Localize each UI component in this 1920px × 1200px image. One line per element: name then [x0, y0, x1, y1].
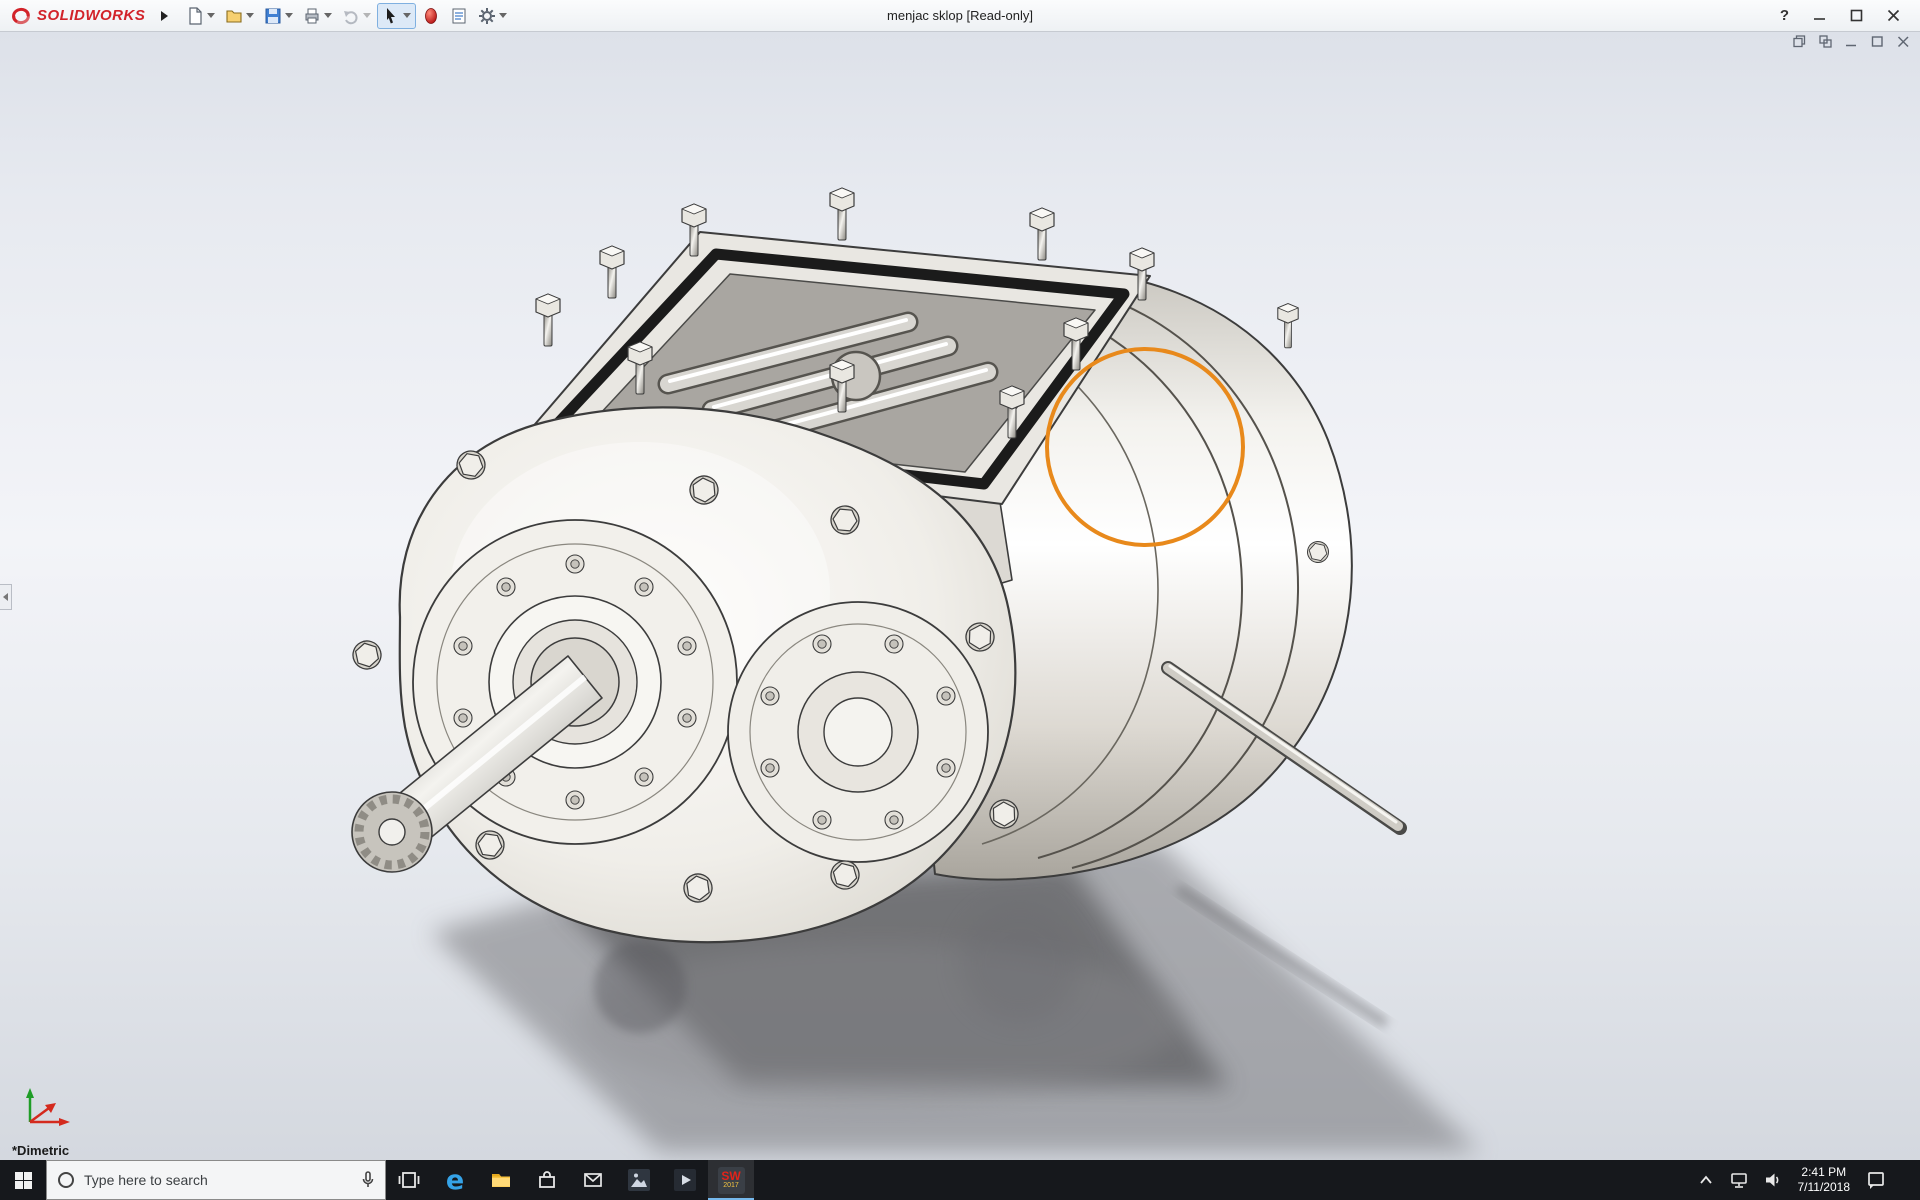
doc-restore-button[interactable]	[1871, 35, 1884, 48]
start-button[interactable]	[0, 1160, 46, 1200]
search-input[interactable]	[84, 1172, 352, 1188]
app-name: SOLIDWORKS	[37, 7, 146, 24]
open-button[interactable]	[221, 3, 258, 29]
save-icon	[265, 8, 281, 23]
doc-close-button[interactable]	[1897, 35, 1910, 48]
new-document-icon	[189, 6, 202, 25]
solidworks-icon: SW 2017	[717, 1166, 745, 1194]
mail-button[interactable]	[570, 1160, 616, 1200]
chevron-left-icon	[3, 593, 8, 601]
store-bag-icon	[539, 1171, 555, 1188]
microphone-icon[interactable]	[361, 1171, 375, 1189]
movies-button[interactable]	[662, 1160, 708, 1200]
save-button[interactable]	[260, 3, 297, 29]
action-center-icon[interactable]	[1866, 1170, 1886, 1190]
secondary-flange	[727, 601, 989, 863]
taskbar-clock[interactable]: 2:41 PM 7/11/2018	[1798, 1165, 1851, 1195]
minimize-button[interactable]	[1813, 9, 1826, 22]
main-toolbar	[182, 2, 513, 29]
document-window-controls	[1793, 35, 1910, 48]
gearbox-model	[348, 187, 1407, 944]
movies-icon	[674, 1169, 696, 1191]
options-button[interactable]	[474, 3, 511, 29]
dropdown-caret-icon[interactable]	[324, 13, 333, 18]
cascade-icon[interactable]	[1819, 35, 1832, 48]
dropdown-caret-icon[interactable]	[207, 13, 216, 18]
solidworks-taskbar-button[interactable]: SW 2017	[708, 1160, 754, 1200]
clock-time: 2:41 PM	[1801, 1165, 1847, 1179]
task-view-button[interactable]	[386, 1160, 432, 1200]
select-button[interactable]	[377, 2, 417, 29]
doc-minimize-button[interactable]	[1845, 35, 1858, 48]
view-orientation-label: *Dimetric	[12, 1143, 70, 1158]
maximize-button[interactable]	[1850, 9, 1863, 22]
tray-expand-icon[interactable]	[1698, 1174, 1714, 1186]
dassault-logo-icon	[12, 7, 30, 24]
dropdown-caret-icon[interactable]	[363, 13, 372, 18]
volume-icon[interactable]	[1764, 1171, 1782, 1189]
gear-icon	[479, 7, 496, 24]
task-view-icon	[398, 1172, 420, 1188]
graphics-area: *Dimetric	[0, 32, 1920, 1160]
photos-button[interactable]	[616, 1160, 662, 1200]
appearances-button[interactable]	[418, 3, 444, 29]
document-title: menjac sklop [Read-only]	[887, 8, 1033, 23]
document-properties-icon	[452, 8, 466, 23]
titlebar: SOLIDWORKS menjac sklop [Read-only] ?	[0, 0, 1920, 32]
orientation-triad-icon	[26, 1088, 70, 1126]
mail-icon	[584, 1173, 602, 1187]
store-button[interactable]	[524, 1160, 570, 1200]
help-button[interactable]: ?	[1780, 7, 1789, 24]
feature-panel-collapse-tab[interactable]	[0, 584, 12, 610]
folder-icon	[492, 1174, 510, 1187]
clock-date: 7/11/2018	[1797, 1180, 1851, 1194]
dropdown-caret-icon[interactable]	[246, 13, 255, 18]
close-button[interactable]	[1887, 9, 1900, 22]
document-properties-button[interactable]	[446, 3, 472, 29]
dropdown-caret-icon[interactable]	[403, 13, 412, 18]
window-controls: ?	[1780, 7, 1910, 24]
file-explorer-button[interactable]	[478, 1160, 524, 1200]
app-logo: SOLIDWORKS	[10, 5, 145, 27]
edge-icon: e	[445, 1164, 465, 1196]
select-cursor-icon	[387, 7, 396, 23]
print-icon	[305, 8, 319, 23]
open-folder-icon	[226, 9, 242, 23]
print-button[interactable]	[299, 3, 336, 29]
windows-icon[interactable]	[1793, 35, 1806, 48]
menu-expand-icon[interactable]	[161, 10, 169, 21]
3d-model-view[interactable]	[0, 32, 1920, 1160]
edge-button[interactable]: e	[432, 1160, 478, 1200]
photos-icon	[628, 1169, 650, 1191]
appearance-sphere-icon	[425, 7, 438, 24]
new-document-button[interactable]	[182, 3, 219, 29]
cortana-icon	[58, 1172, 74, 1188]
system-tray: 2:41 PM 7/11/2018	[1690, 1160, 1920, 1200]
solidworks-window: SOLIDWORKS menjac sklop [Read-only] ? *D…	[0, 0, 1920, 1200]
undo-button[interactable]	[338, 3, 375, 29]
windows-taskbar: e	[0, 1160, 1920, 1200]
network-icon[interactable]	[1730, 1172, 1748, 1189]
dropdown-caret-icon[interactable]	[499, 13, 508, 18]
undo-icon	[344, 10, 358, 24]
dropdown-caret-icon[interactable]	[285, 13, 294, 18]
windows-logo-icon	[14, 1171, 32, 1189]
taskbar-search[interactable]	[46, 1160, 386, 1200]
